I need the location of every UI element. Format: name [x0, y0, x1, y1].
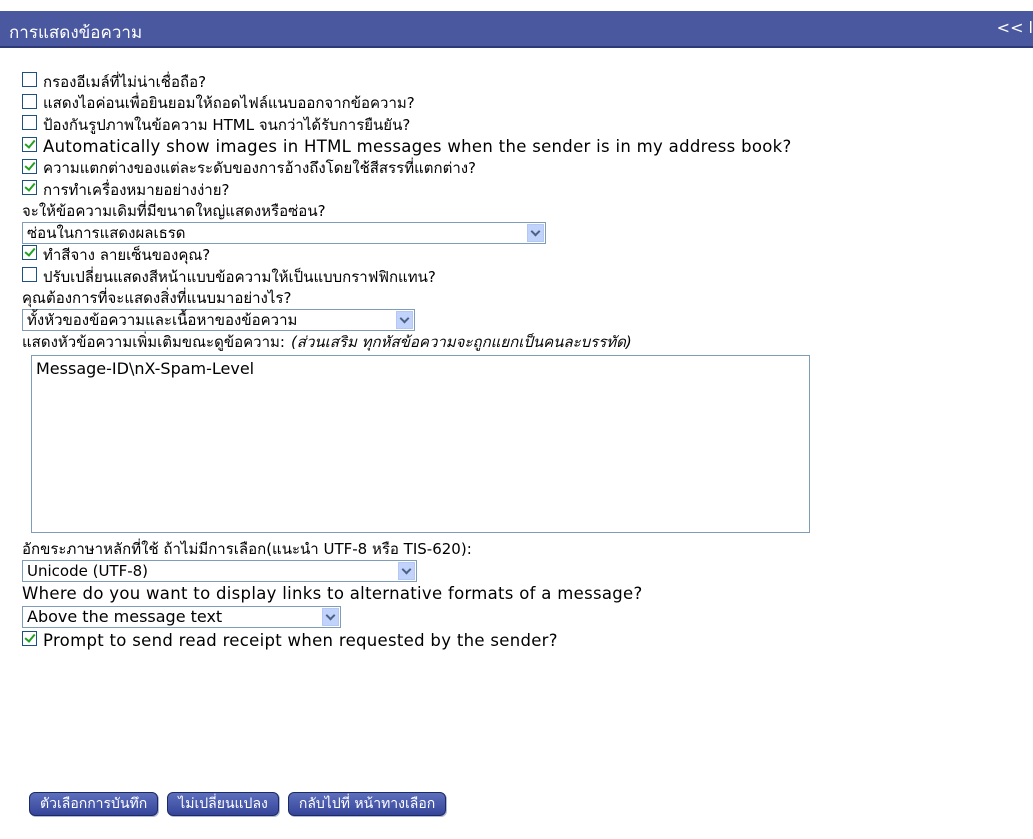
attachments-label: คุณต้องการที่จะแสดงสิ่งที่แนบมาอย่างไร? — [22, 289, 292, 308]
read-receipt-label: Prompt to send read receipt when request… — [43, 631, 558, 651]
option-checkbox[interactable] — [22, 93, 37, 109]
alt-links-row: Where do you want to display links to al… — [9, 583, 1033, 605]
option-row: ทำสีจาง ลายเซ็นของคุณ? — [9, 244, 1033, 266]
option-checkbox[interactable] — [22, 158, 37, 174]
option-row: การทำเครื่องหมายอย่างง่าย? — [9, 179, 1033, 201]
collapse-link[interactable]: << l — [997, 18, 1033, 37]
charset-value: Unicode (UTF-8) — [27, 562, 149, 581]
page-title: การแสดงข้อความ — [9, 23, 143, 43]
attachments-select[interactable]: ทั้งหัวของข้อความและเนื้อหาของข้อความ — [22, 308, 415, 331]
charset-select[interactable]: Unicode (UTF-8) — [22, 560, 417, 583]
read-receipt-checkbox[interactable] — [22, 631, 37, 647]
option-label: กรองอีเมล์ที่ไม่น่าเชื่อถือ? — [43, 72, 207, 91]
headers-textarea[interactable]: Message-ID\nX-Spam-Level — [31, 354, 810, 533]
option-row: Automatically show images in HTML messag… — [9, 136, 1033, 158]
large-message-select[interactable]: ซ่อนในการแสดงผลเธรด — [22, 222, 546, 245]
chevron-down-icon[interactable] — [322, 607, 339, 626]
headers-row: แสดงหัวข้อความเพิ่มเติมขณะดูข้อความ: (ส่… — [9, 331, 1033, 353]
option-row: กรองอีเมล์ที่ไม่น่าเชื่อถือ? — [9, 71, 1033, 93]
option-label: ทำสีจาง ลายเซ็นของคุณ? — [43, 245, 211, 264]
headers-note: (ส่วนเสริม ทุกหัสข้อความจะถูกแยกเป็นคนละ… — [290, 332, 632, 351]
alt-links-select[interactable]: Above the message text — [22, 605, 341, 628]
chevron-down-icon[interactable] — [527, 224, 544, 243]
options-form: กรองอีเมล์ที่ไม่น่าเชื่อถือ? แสดงไอค่อนเ… — [9, 71, 1033, 651]
option-label: ปรับเปลี่ยนแสดงสีหน้าแบบข้อความให้เป็นแบ… — [43, 267, 436, 286]
option-label: ป้องกันรูปภาพในข้อความ HTML จนกว่าได้รับ… — [43, 115, 411, 134]
option-row: แสดงไอค่อนเพื่อยินยอมให้ถอดไฟล์แนบออกจาก… — [9, 93, 1033, 115]
back-to-options-button[interactable]: กลับไปที่ หน้าทางเลือก — [287, 792, 447, 816]
large-message-value: ซ่อนในการแสดงผลเธรด — [27, 224, 186, 243]
option-row: ป้องกันรูปภาพในข้อความ HTML จนกว่าได้รับ… — [9, 114, 1033, 136]
section-header: การแสดงข้อความ << l — [0, 11, 1033, 48]
button-bar: ตัวเลือกการบันทึก ไม่เปลี่ยนแปลง กลับไปท… — [29, 792, 447, 816]
option-checkbox[interactable] — [22, 115, 37, 131]
alt-links-label: Where do you want to display links to al… — [22, 584, 643, 604]
option-label: การทำเครื่องหมายอย่างง่าย? — [43, 180, 230, 199]
alt-links-value: Above the message text — [27, 607, 223, 627]
headers-label: แสดงหัวข้อความเพิ่มเติมขณะดูข้อความ: — [22, 332, 285, 351]
chevron-down-icon[interactable] — [398, 562, 415, 581]
option-checkbox[interactable] — [22, 180, 37, 196]
attachments-row: คุณต้องการที่จะแสดงสิ่งที่แนบมาอย่างไร? — [9, 287, 1033, 309]
option-checkbox[interactable] — [22, 72, 37, 88]
read-receipt-row: Prompt to send read receipt when request… — [9, 630, 1033, 652]
option-label: Automatically show images in HTML messag… — [43, 137, 792, 157]
charset-row: อักขระภาษาหลักที่ใช้ ถ้าไม่มีการเลือก(แน… — [9, 539, 1033, 561]
option-checkbox[interactable] — [22, 245, 37, 261]
attachments-value: ทั้งหัวของข้อความและเนื้อหาของข้อความ — [27, 310, 298, 329]
charset-label: อักขระภาษาหลักที่ใช้ ถ้าไม่มีการเลือก(แน… — [22, 540, 472, 559]
large-message-row: จะให้ข้อความเดิมที่มีขนาดใหญ่แสดงหรือซ่อ… — [9, 201, 1033, 223]
option-label: แสดงไอค่อนเพื่อยินยอมให้ถอดไฟล์แนบออกจาก… — [43, 94, 415, 113]
option-checkbox[interactable] — [22, 267, 37, 283]
save-button[interactable]: ตัวเลือกการบันทึก — [29, 792, 159, 816]
cancel-button[interactable]: ไม่เปลี่ยนแปลง — [167, 792, 279, 816]
large-message-label: จะให้ข้อความเดิมที่มีขนาดใหญ่แสดงหรือซ่อ… — [22, 202, 326, 221]
option-label: ความแตกต่างของแต่ละระดับของการอ้างถึงโดย… — [43, 159, 477, 178]
chevron-down-icon[interactable] — [396, 310, 413, 329]
option-row: ความแตกต่างของแต่ละระดับของการอ้างถึงโดย… — [9, 157, 1033, 179]
option-row: ปรับเปลี่ยนแสดงสีหน้าแบบข้อความให้เป็นแบ… — [9, 266, 1033, 288]
option-checkbox[interactable] — [22, 137, 37, 153]
